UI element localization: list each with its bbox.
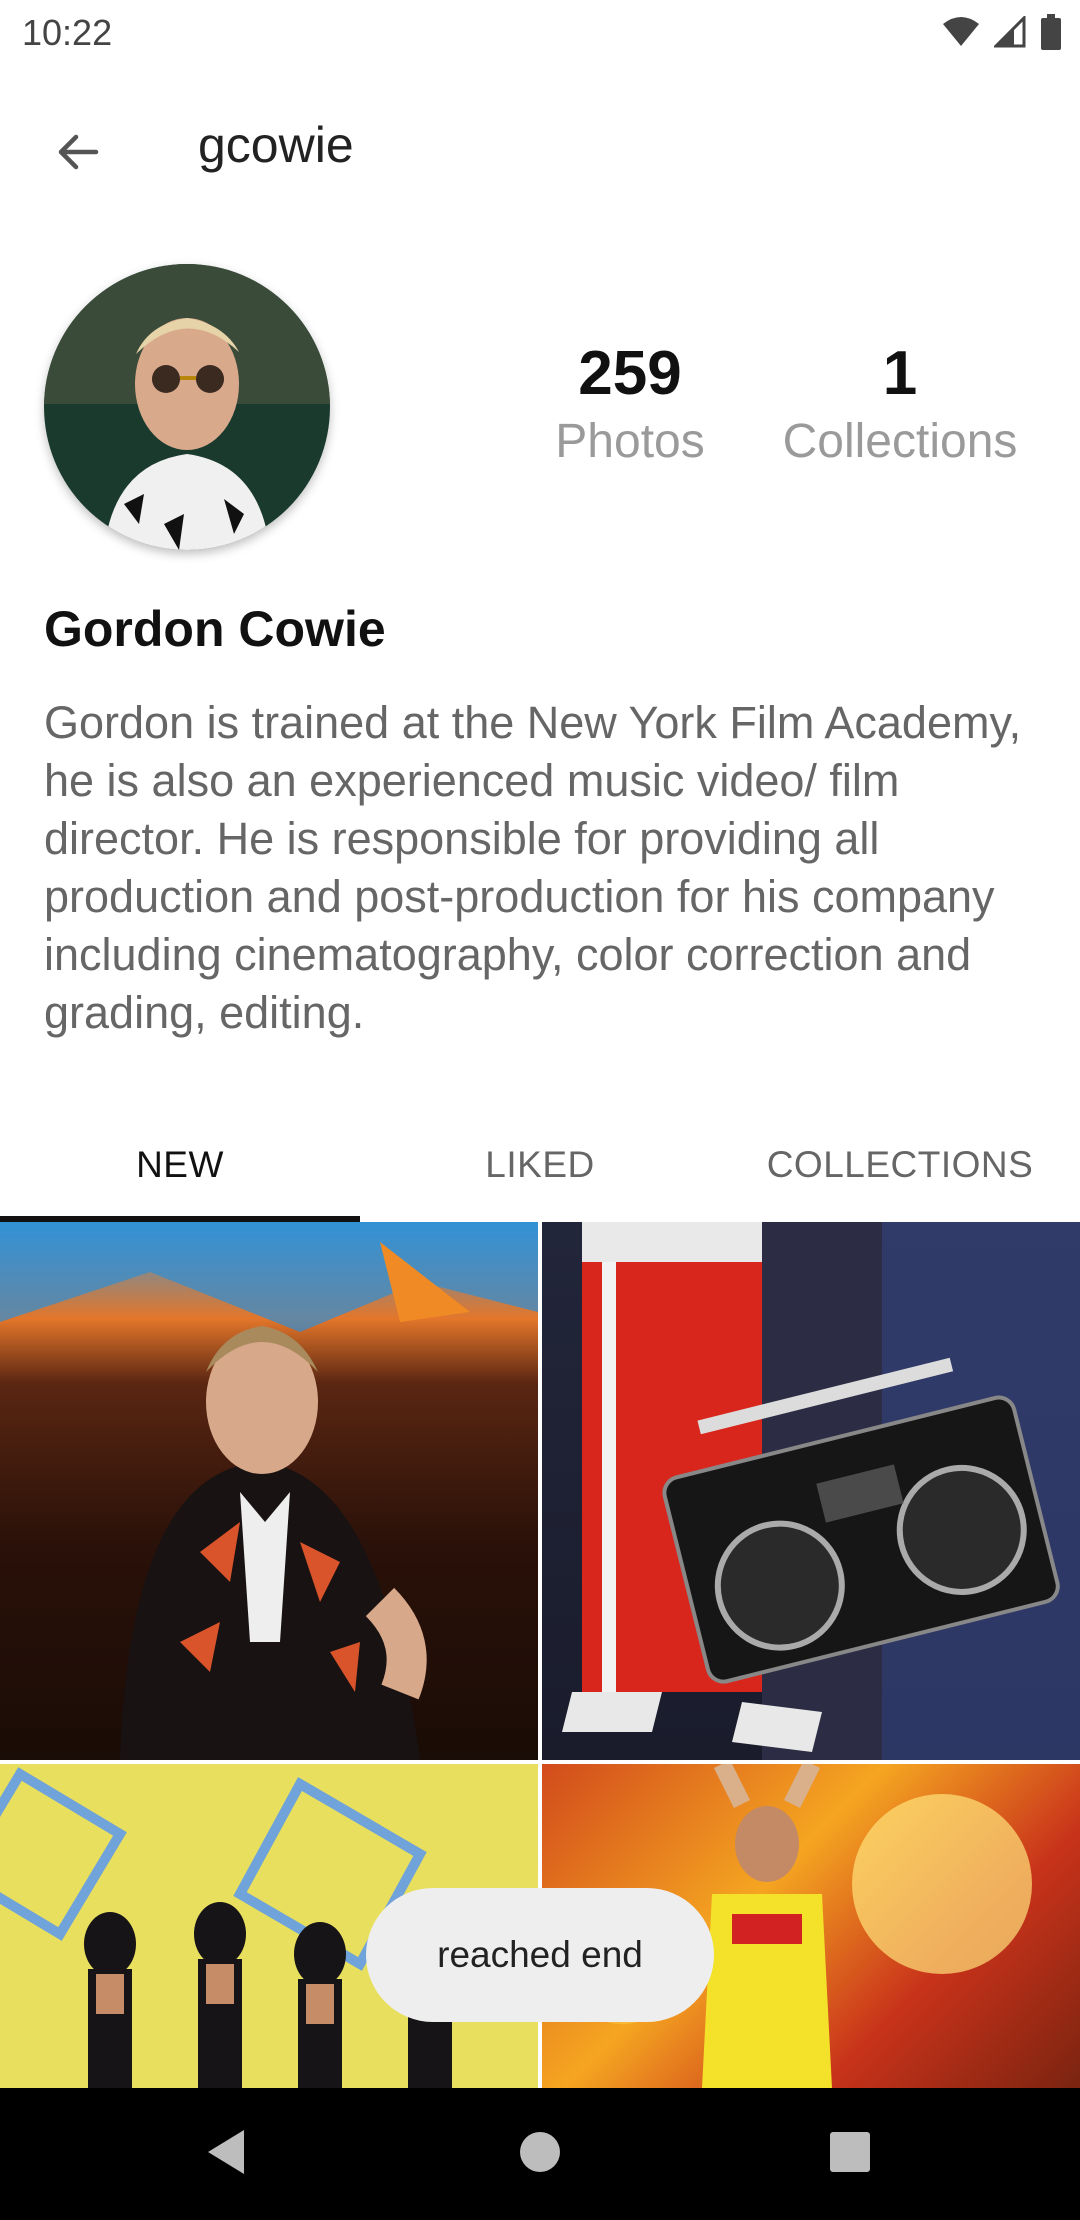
arrow-left-icon <box>54 128 102 181</box>
collections-label: Collections <box>782 415 1018 468</box>
status-icons <box>942 14 1062 55</box>
tab-bar: NEW LIKED COLLECTIONS <box>0 1108 1080 1222</box>
photos-count: 259 <box>578 339 682 408</box>
tab-liked[interactable]: LIKED <box>360 1108 720 1222</box>
nav-back-button[interactable] <box>186 2118 266 2190</box>
photo-tile[interactable] <box>0 1222 538 1760</box>
collections-count: 1 <box>882 339 918 408</box>
nav-back-icon <box>204 2128 248 2181</box>
cellular-signal-icon <box>992 14 1026 53</box>
battery-icon <box>1040 14 1062 55</box>
wifi-icon <box>942 16 980 53</box>
navigation-bar <box>0 2088 1080 2220</box>
nav-home-button[interactable] <box>500 2118 580 2190</box>
photos-label: Photos <box>555 415 705 468</box>
toast-message: reached end <box>366 1888 714 2022</box>
nav-recents-icon <box>829 2131 871 2178</box>
app-bar: gcowie <box>0 66 1080 224</box>
photo-tile[interactable] <box>542 1222 1080 1760</box>
photos-stat: 259 Photos <box>540 336 720 472</box>
page-title: gcowie <box>198 117 354 173</box>
status-bar: 10:22 <box>0 0 1080 66</box>
collections-stat: 1 Collections <box>770 336 1030 472</box>
nav-home-icon <box>518 2130 562 2179</box>
back-button[interactable] <box>38 114 118 194</box>
avatar[interactable] <box>44 264 330 550</box>
tab-new[interactable]: NEW <box>0 1108 360 1222</box>
nav-recents-button[interactable] <box>810 2118 890 2190</box>
profile-bio: Gordon is trained at the New York Film A… <box>44 697 1022 1038</box>
status-time: 10:22 <box>22 12 113 53</box>
tab-collections[interactable]: COLLECTIONS <box>720 1108 1080 1222</box>
profile-name: Gordon Cowie <box>44 601 386 657</box>
